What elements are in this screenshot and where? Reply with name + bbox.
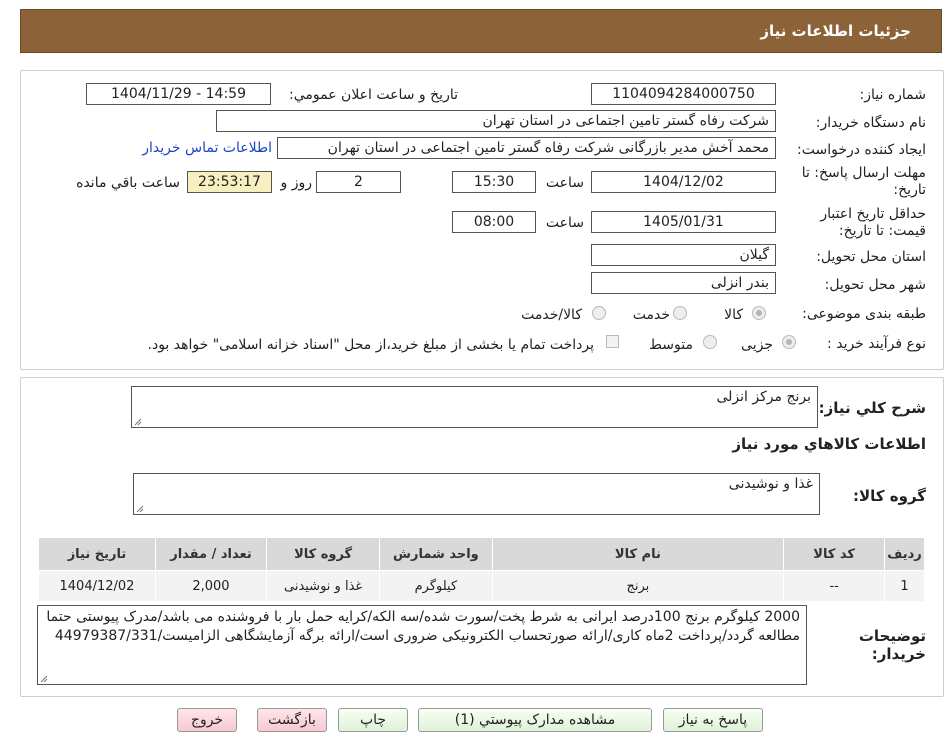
process-radio-minor[interactable] (782, 335, 796, 349)
col-group: گروه کالا (265, 537, 381, 571)
deadline-label: مهلت ارسال پاسخ: تا تاریخ: (801, 165, 926, 198)
cell-code: -- (783, 570, 886, 602)
buyer-contact-link[interactable]: اطلاعات تماس خریدار (142, 140, 272, 156)
need-title-text: برنج مرکز انزلی (716, 389, 811, 405)
remaining-time-field: 23:53:17 (187, 171, 272, 193)
city-label: شهر محل تحویل: (824, 277, 926, 293)
resize-grip-icon (40, 675, 48, 683)
col-name: نام کالا (491, 537, 785, 571)
buyer-notes-text: 2000 کیلوگرم برنج 100درصد ایرانی به شرط … (46, 609, 800, 644)
process-option-medium: متوسط (649, 337, 693, 353)
province-label: استان محل تحویل: (816, 249, 926, 265)
goods-group-text: غذا و نوشیدنی (728, 476, 813, 492)
announce-field: 1404/11/29 - 14:59 (86, 83, 271, 105)
buyer-org-label: نام دستگاه خریدار: (815, 115, 926, 131)
buyer-notes-label: توضیحات خریدار: (859, 627, 926, 663)
process-label: نوع فرآیند خرید : (827, 336, 926, 352)
buyer-notes-textarea[interactable]: 2000 کیلوگرم برنج 100درصد ایرانی به شرط … (37, 605, 807, 685)
col-code: کد کالا (783, 537, 886, 571)
days-field: 2 (316, 171, 401, 193)
view-attachments-button[interactable]: مشاهده مدارک پیوستي (1) (418, 708, 652, 732)
page-header: جزئیات اطلاعات نیاز (20, 9, 942, 53)
resize-grip-icon (136, 505, 144, 513)
deadline-date-field: 1404/12/02 (591, 171, 776, 193)
category-radio-goods-service[interactable] (592, 306, 606, 320)
validity-time-field: 08:00 (452, 211, 536, 233)
col-unit: واحد شمارش (379, 537, 493, 571)
table-row: 1 -- برنج کیلوگرم غذا و نوشیدنی 2,000 14… (38, 570, 925, 602)
category-label: طبقه بندی موضوعی: (802, 306, 926, 322)
cell-unit: کیلوگرم (379, 570, 493, 602)
reply-button[interactable]: پاسخ به نیاز (663, 708, 763, 732)
process-option-minor: جزیی (741, 337, 773, 353)
buyer-org-field: شرکت رفاه گستر تامین اجتماعی در استان ته… (216, 110, 776, 132)
goods-group-label: گروه کالا: (853, 487, 926, 505)
cell-qty: 2,000 (154, 570, 267, 602)
need-title-label: شرح کلي نیاز: (818, 399, 926, 417)
col-date: تاریخ نیاز (38, 537, 156, 571)
category-radio-service[interactable] (673, 306, 687, 320)
payment-note: پرداخت تمام یا بخشی از مبلغ خرید،از محل … (147, 337, 594, 353)
category-radio-goods[interactable] (752, 306, 766, 320)
resize-grip-icon (134, 418, 142, 426)
table-header-row: ردیف کد کالا نام کالا واحد شمارش گروه کا… (38, 537, 925, 571)
items-table: ردیف کد کالا نام کالا واحد شمارش گروه کا… (38, 537, 925, 602)
city-field: بندر انزلی (591, 272, 776, 294)
cell-group: غذا و نوشیدنی (265, 570, 381, 602)
col-row: ردیف (884, 537, 925, 571)
days-and-label: روز و (280, 175, 313, 191)
goods-group-textarea[interactable]: غذا و نوشیدنی (133, 473, 820, 515)
cell-name: برنج (491, 570, 785, 602)
buyer-notes-label-line2: خریدار: (871, 645, 926, 663)
cell-date: 1404/12/02 (38, 570, 156, 602)
creator-label: ایجاد کننده درخواست: (797, 142, 926, 158)
announce-label: تاریخ و ساعت اعلان عمومي: (289, 87, 458, 103)
buyer-notes-label-line1: توضیحات (858, 627, 926, 645)
treasury-checkbox[interactable] (606, 335, 619, 348)
creator-field: محمد آخش مدیر بازرگانی شرکت رفاه گستر تا… (277, 137, 776, 159)
validity-time-label: ساعت (545, 215, 584, 231)
validity-date-field: 1405/01/31 (591, 211, 776, 233)
exit-button[interactable]: خروج (177, 708, 237, 732)
remaining-label: ساعت باقي مانده (76, 175, 180, 191)
cell-row: 1 (884, 570, 925, 602)
print-button[interactable]: چاپ (338, 708, 408, 732)
page-title: جزئیات اطلاعات نیاز (760, 22, 911, 40)
category-option-goods-service: کالا/خدمت (521, 307, 582, 323)
need-number-field: 1104094284000750 (591, 83, 776, 105)
goods-info-heading: اطلاعات کالاهاي مورد نیاز (732, 435, 926, 453)
category-option-service: خدمت (632, 307, 670, 323)
deadline-time-field: 15:30 (452, 171, 536, 193)
need-number-label: شماره نیاز: (859, 87, 927, 103)
province-field: گیلان (591, 244, 776, 266)
deadline-time-label: ساعت (545, 175, 584, 191)
need-title-textarea[interactable]: برنج مرکز انزلی (131, 386, 818, 428)
col-qty: تعداد / مقدار (154, 537, 267, 571)
category-option-goods: کالا (724, 307, 743, 323)
validity-label: حداقل تاریخ اعتبار قیمت: تا تاریخ: (820, 206, 926, 239)
process-radio-medium[interactable] (703, 335, 717, 349)
back-button[interactable]: بازگشت (257, 708, 327, 732)
